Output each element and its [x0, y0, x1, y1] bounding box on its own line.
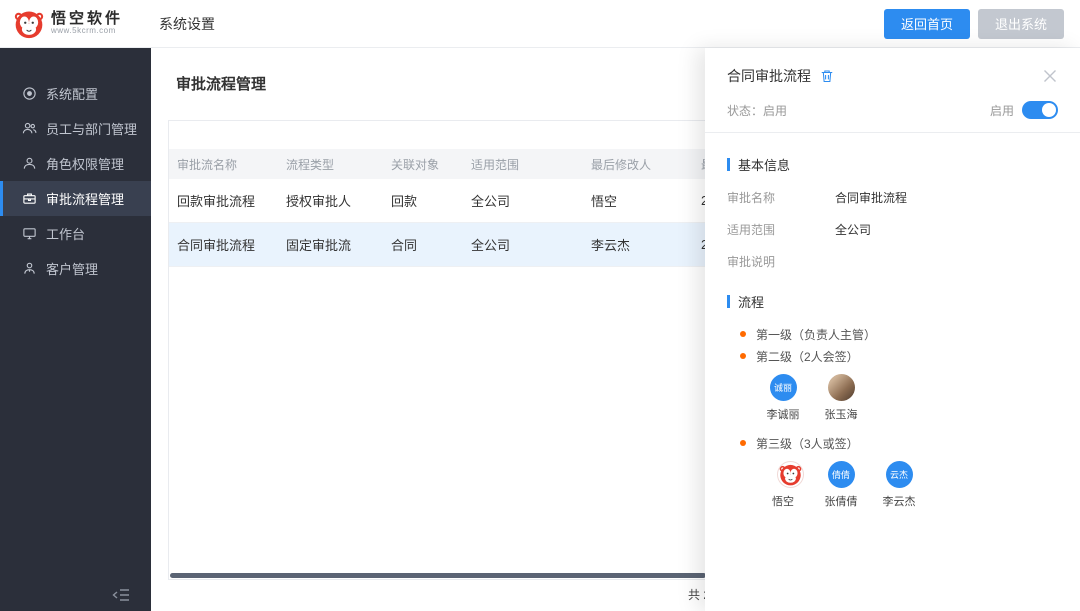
sidebar-item-employees[interactable]: 员工与部门管理: [0, 111, 151, 146]
section-accent-bar: [727, 295, 730, 308]
status-toggle[interactable]: [1022, 101, 1058, 119]
table-cell: 全公司: [471, 235, 591, 254]
toggle-label: 启用: [990, 102, 1014, 119]
section-flow: 流程: [727, 292, 1058, 311]
section-accent-bar: [727, 158, 730, 171]
flow-level: 第一级（负责人主管）: [727, 323, 1058, 345]
table-cell: 合同: [391, 235, 471, 254]
table-cell: 回款审批流程: [177, 191, 286, 210]
level-label: 第一级（负责人主管）: [756, 326, 876, 343]
page-title: 审批流程管理: [176, 73, 266, 94]
flow-member: 倩倩张倩倩: [819, 461, 863, 509]
member-name: 李云杰: [883, 493, 916, 509]
table-cell: 悟空: [591, 191, 701, 210]
sidebar-item-label: 角色权限管理: [46, 154, 124, 173]
sidebar-item-approval-flow[interactable]: 审批流程管理: [0, 181, 151, 216]
sidebar-item-label: 工作台: [46, 224, 85, 243]
level-dot-icon: [740, 353, 746, 359]
customers-icon: [22, 261, 37, 276]
horizontal-scrollbar[interactable]: [170, 573, 706, 578]
sidebar-item-system-config[interactable]: 系统配置: [0, 76, 151, 111]
roles-icon: [22, 156, 37, 171]
column-header: 最后修改人: [591, 156, 701, 173]
member-name: 李诚丽: [767, 406, 800, 422]
sidebar-item-customers[interactable]: 客户管理: [0, 251, 151, 286]
level-label: 第三级（3人或签）: [756, 435, 859, 452]
table-cell: 授权审批人: [286, 191, 391, 210]
flow-level: 第三级（3人或签） 悟空倩倩张倩倩云杰李云杰: [727, 432, 1058, 509]
logout-button[interactable]: 退出系统: [978, 9, 1064, 39]
column-header: 适用范围: [471, 156, 591, 173]
monkey-logo-icon: [14, 9, 44, 39]
flow-member: 张玉海: [819, 374, 863, 422]
flow-member: 诚丽李诚丽: [761, 374, 805, 422]
back-home-button[interactable]: 返回首页: [884, 9, 970, 39]
status-text: 状态：启用: [727, 102, 787, 119]
member-name: 张倩倩: [825, 493, 858, 509]
basic-fields: 审批名称合同审批流程适用范围全公司审批说明: [727, 189, 1058, 270]
level-dot-icon: [740, 440, 746, 446]
brand-logo: 悟空软件 www.5kcrm.com: [14, 9, 123, 39]
flow-level: 第二级（2人会签）诚丽李诚丽张玉海: [727, 345, 1058, 422]
detail-field: 适用范围全公司: [727, 221, 1058, 238]
field-label: 审批名称: [727, 189, 835, 206]
employees-icon: [22, 121, 37, 136]
brand-name: 悟空软件: [51, 11, 123, 28]
field-value: 合同审批流程: [835, 189, 907, 206]
system-config-icon: [22, 86, 37, 101]
member-monkey-avatar: [777, 461, 804, 488]
workbench-icon: [22, 226, 37, 241]
member-name: 悟空: [772, 493, 794, 509]
panel-title: 合同审批流程: [727, 66, 811, 86]
section-basic-info: 基本信息: [727, 155, 1058, 174]
member-name: 张玉海: [825, 406, 858, 422]
detail-field: 审批说明: [727, 253, 1058, 270]
sidebar: 系统配置员工与部门管理角色权限管理审批流程管理工作台客户管理: [0, 48, 151, 611]
member-initials-avatar: 云杰: [886, 461, 913, 488]
sidebar-item-label: 系统配置: [46, 84, 98, 103]
field-label: 审批说明: [727, 253, 835, 270]
flow-member: 悟空: [761, 461, 805, 509]
field-value: 全公司: [835, 221, 871, 238]
table-cell: 全公司: [471, 191, 591, 210]
field-label: 适用范围: [727, 221, 835, 238]
member-initials-avatar: 诚丽: [770, 374, 797, 401]
delete-icon[interactable]: [820, 69, 834, 83]
level-label: 第二级（2人会签）: [756, 348, 859, 365]
brand-url: www.5kcrm.com: [51, 27, 123, 36]
column-header: 关联对象: [391, 156, 471, 173]
collapse-sidebar-icon[interactable]: [112, 587, 130, 603]
top-header: 悟空软件 www.5kcrm.com 系统设置 返回首页 退出系统: [0, 0, 1080, 48]
member-initials-avatar: 倩倩: [828, 461, 855, 488]
table-cell: 合同审批流程: [177, 235, 286, 254]
sidebar-item-roles[interactable]: 角色权限管理: [0, 146, 151, 181]
column-header: 流程类型: [286, 156, 391, 173]
level-dot-icon: [740, 331, 746, 337]
column-header: 审批流名称: [177, 156, 286, 173]
flow-member: 云杰李云杰: [877, 461, 921, 509]
sidebar-item-label: 审批流程管理: [46, 189, 124, 208]
table-cell: 回款: [391, 191, 471, 210]
page-section-title: 系统设置: [159, 14, 215, 34]
member-photo-avatar: [828, 374, 855, 401]
approval-detail-panel: 合同审批流程 状态：启用 启用 基本信息 审批名称合同审批流程适用范围全公司审批…: [705, 48, 1080, 611]
close-icon[interactable]: [1042, 68, 1058, 84]
detail-field: 审批名称合同审批流程: [727, 189, 1058, 206]
table-cell: 固定审批流: [286, 235, 391, 254]
sidebar-item-workbench[interactable]: 工作台: [0, 216, 151, 251]
flow-levels: 第一级（负责人主管）第二级（2人会签）诚丽李诚丽张玉海第三级（3人或签） 悟空倩…: [727, 323, 1058, 509]
approval-flow-icon: [22, 191, 37, 206]
sidebar-menu: 系统配置员工与部门管理角色权限管理审批流程管理工作台客户管理: [0, 76, 151, 286]
sidebar-item-label: 客户管理: [46, 259, 98, 278]
table-cell: 李云杰: [591, 235, 701, 254]
sidebar-item-label: 员工与部门管理: [46, 119, 137, 138]
